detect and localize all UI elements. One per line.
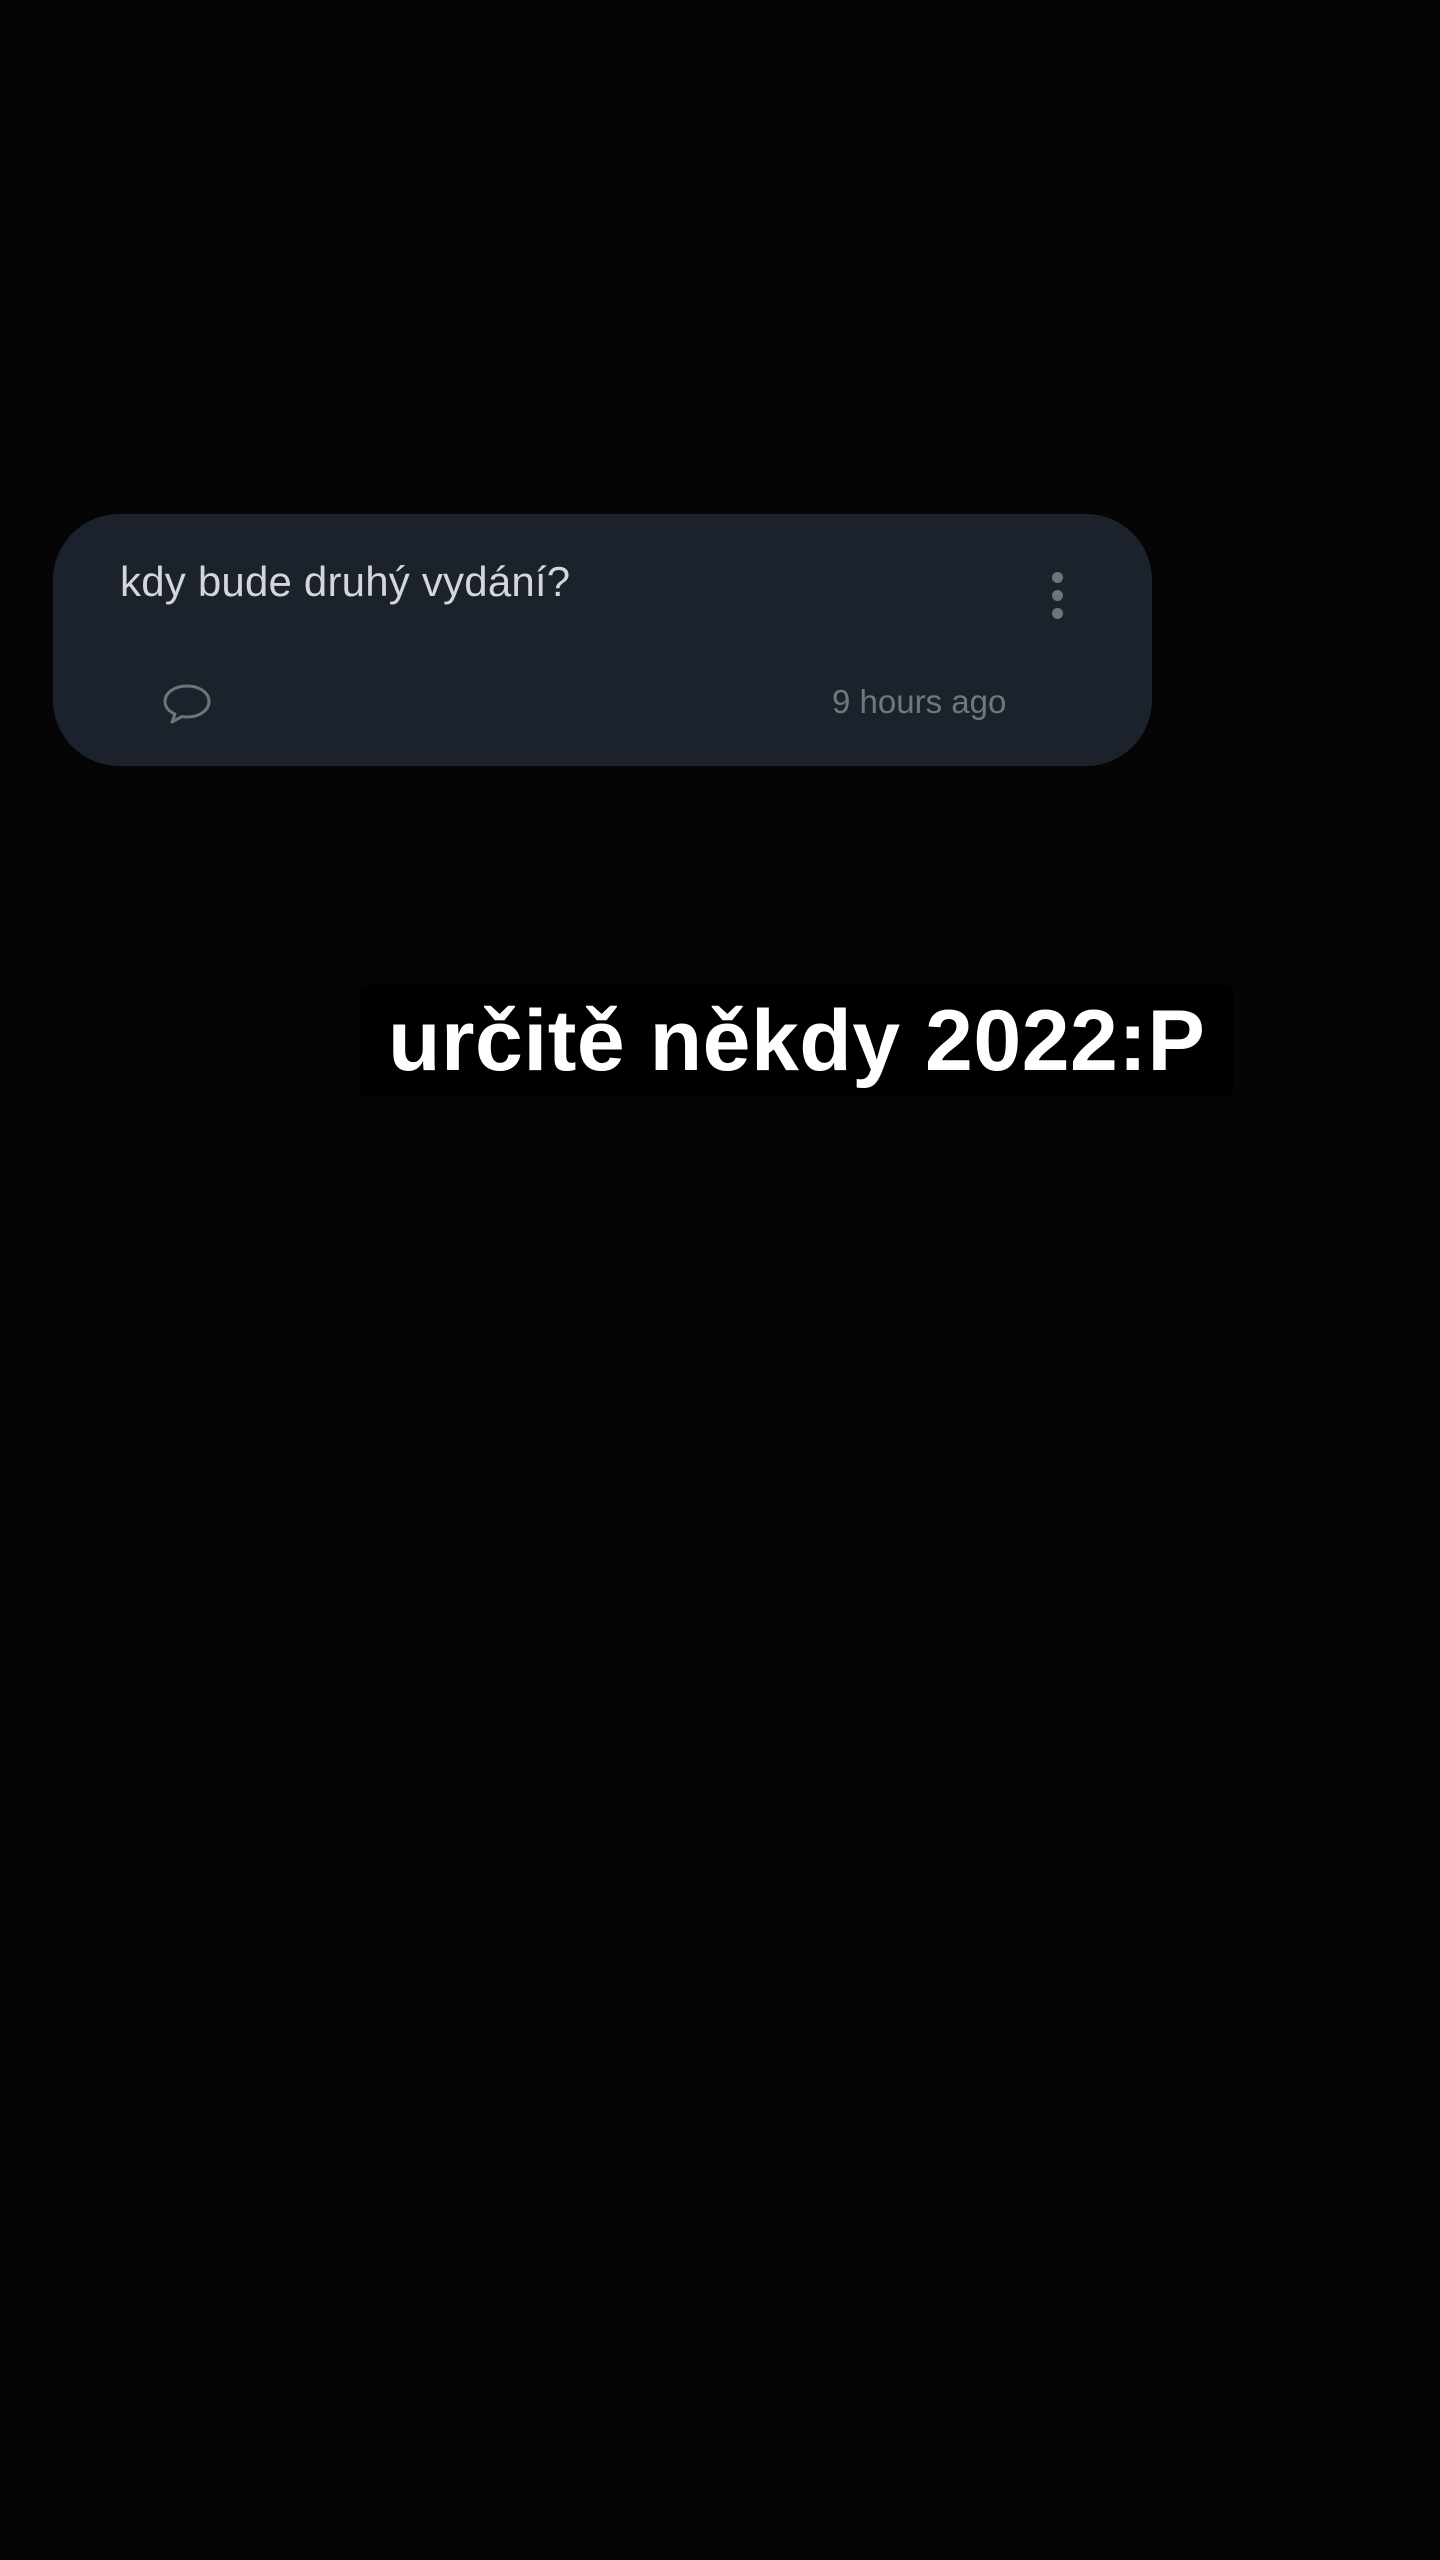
timestamp: 9 hours ago <box>832 683 1007 720</box>
question-text: kdy bude druhý vydání? <box>120 558 571 605</box>
question-card: kdy bude druhý vydání? 9 hours ago <box>53 514 1152 766</box>
comment-icon[interactable] <box>161 682 213 726</box>
more-vertical-icon-dot <box>1051 607 1063 619</box>
more-vertical-icon-dot <box>1051 589 1063 601</box>
more-vertical-icon <box>1051 571 1063 583</box>
more-options-button[interactable] <box>1025 560 1089 630</box>
story-screen: kdy bude druhý vydání? 9 hours ago určit… <box>0 0 1440 2560</box>
answer-text-sticker: určitě někdy 2022:P <box>360 985 1234 1097</box>
answer-text: určitě někdy 2022:P <box>388 992 1206 1089</box>
